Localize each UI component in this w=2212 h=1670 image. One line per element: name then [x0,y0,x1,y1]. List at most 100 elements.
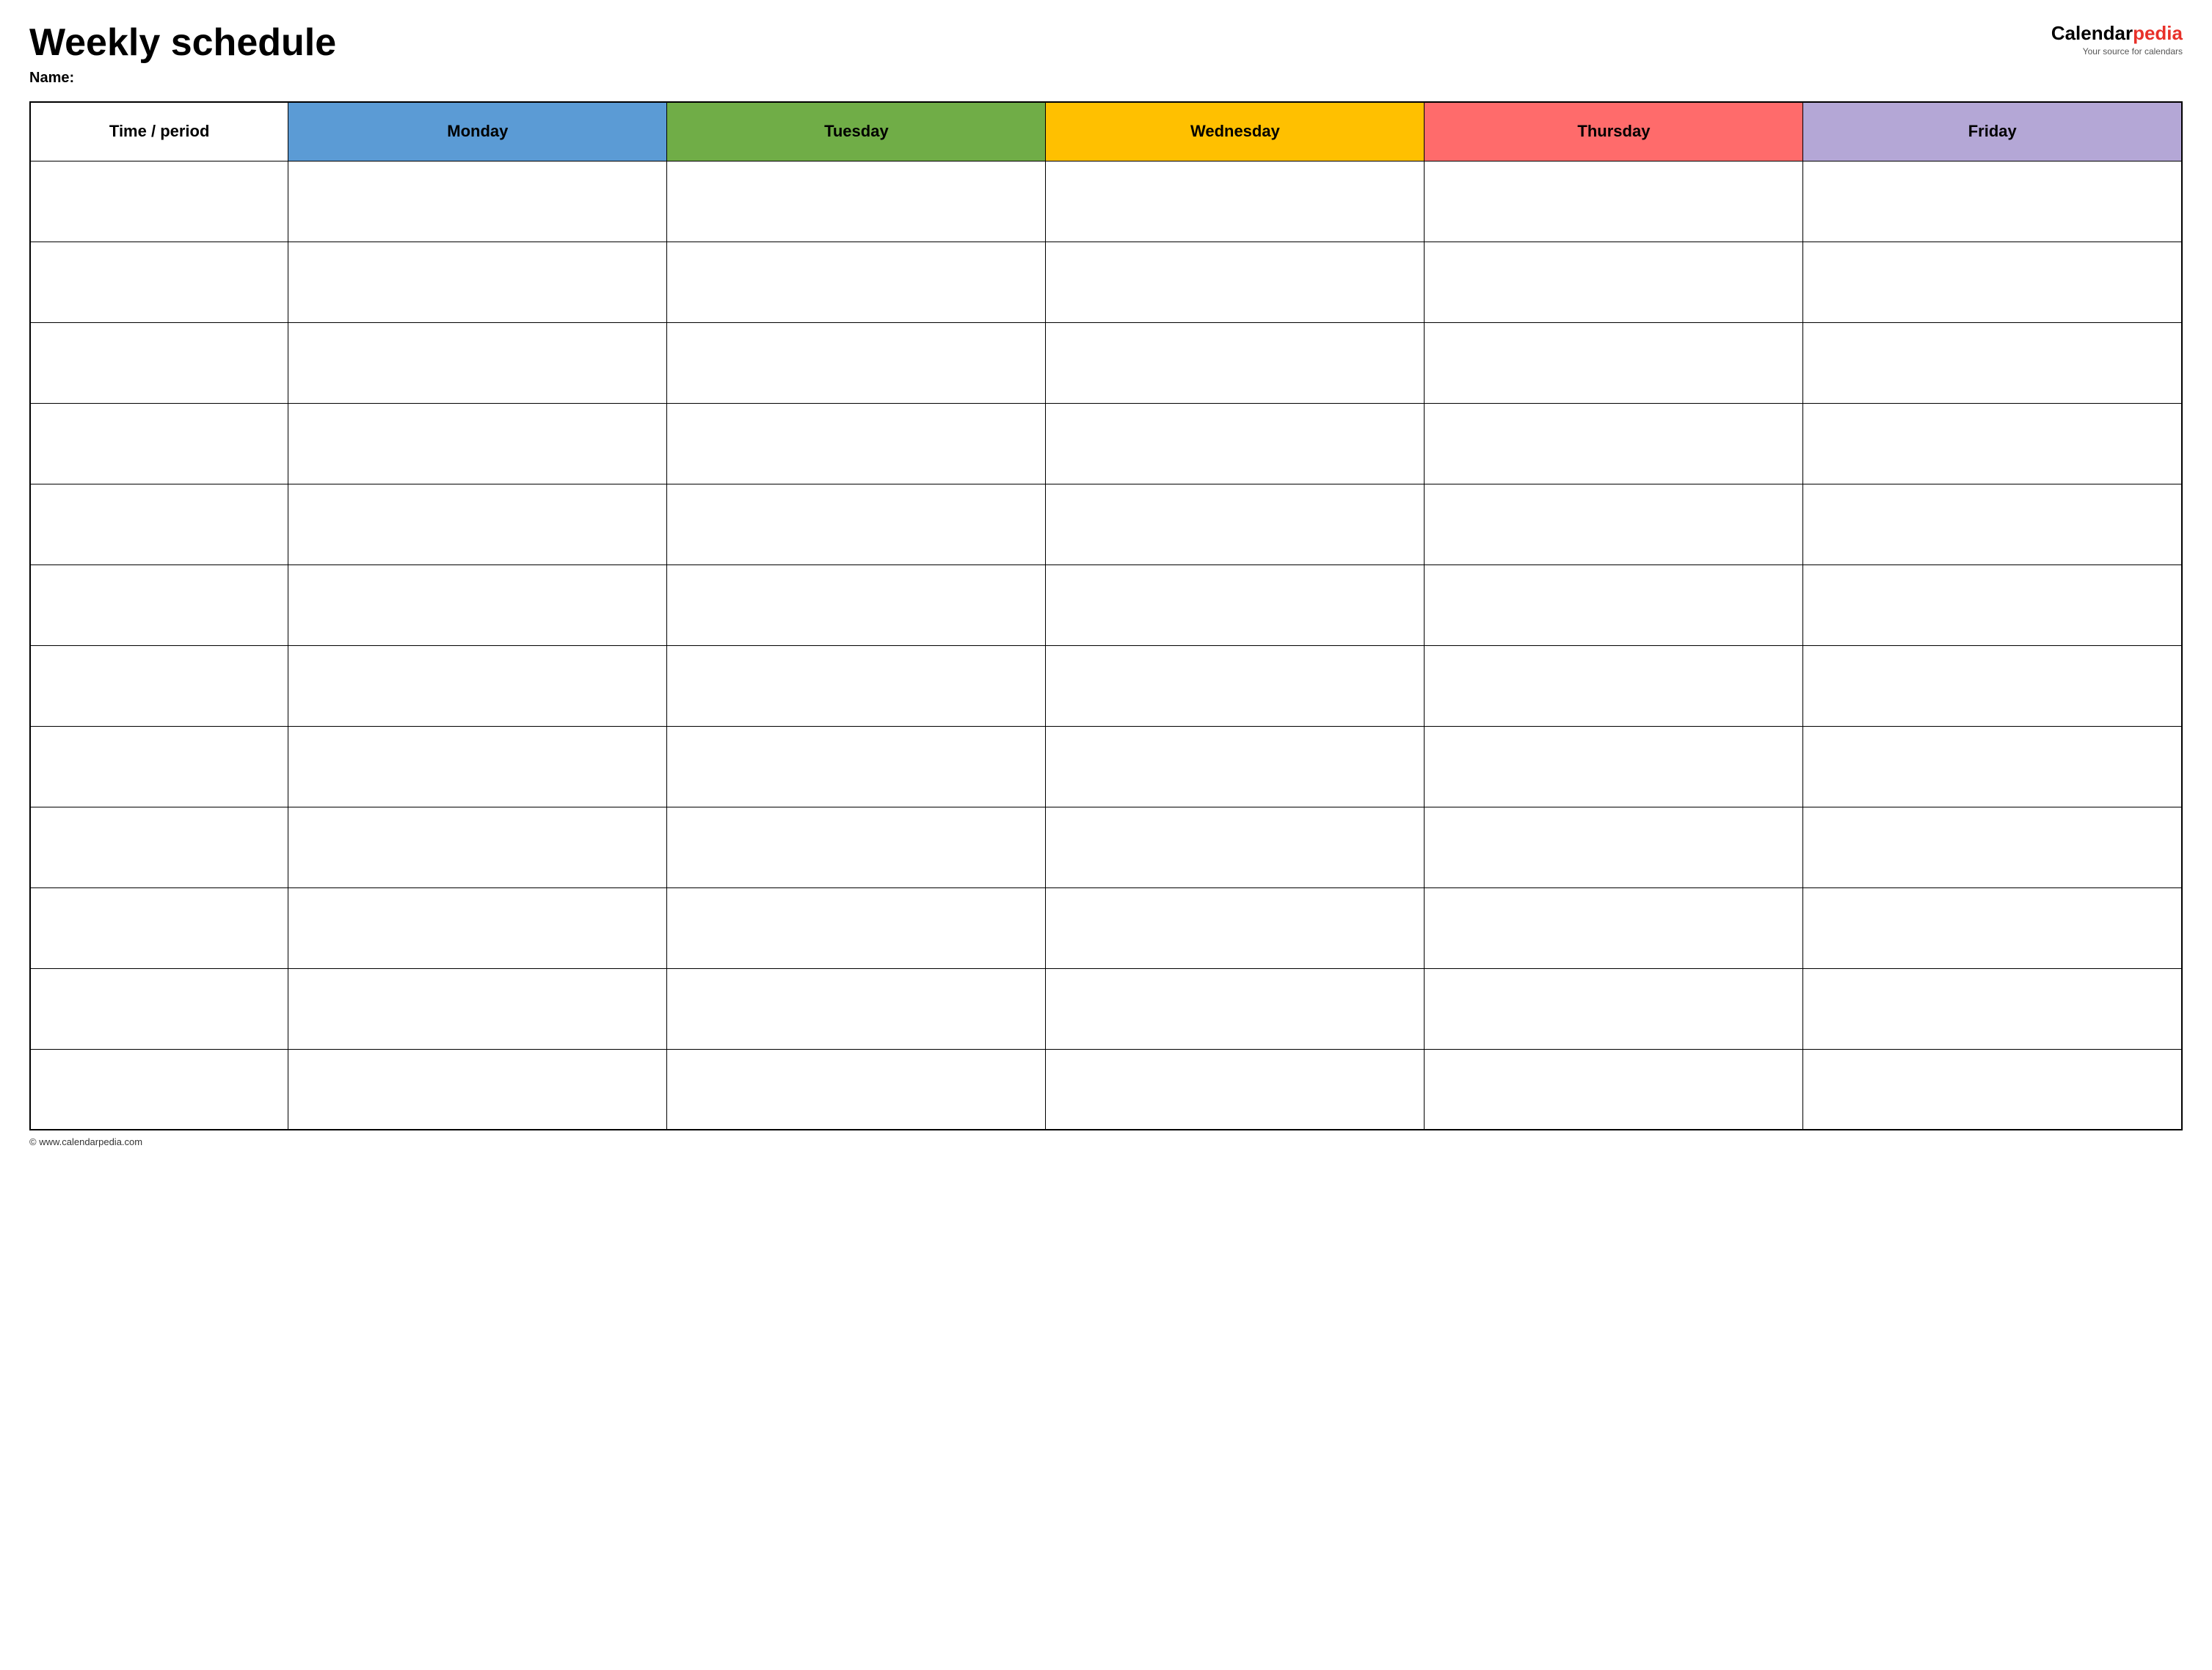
time-cell[interactable] [30,726,288,807]
logo-pedia-text: pedia [2133,22,2183,44]
schedule-cell[interactable] [288,1049,667,1130]
schedule-cell[interactable] [1425,887,1803,968]
logo-section: Calendarpedia Your source for calendars [2051,22,2183,57]
schedule-cell[interactable] [667,1049,1046,1130]
schedule-cell[interactable] [1046,887,1425,968]
schedule-cell[interactable] [1046,726,1425,807]
schedule-cell[interactable] [1046,1049,1425,1130]
schedule-cell[interactable] [1803,322,2182,403]
time-cell[interactable] [30,1049,288,1130]
logo-calendar-text: Calendar [2051,22,2133,44]
schedule-cell[interactable] [288,807,667,887]
schedule-cell[interactable] [1046,645,1425,726]
header-friday: Friday [1803,102,2182,161]
table-header-row: Time / period Monday Tuesday Wednesday T… [30,102,2182,161]
table-row [30,726,2182,807]
schedule-cell[interactable] [1425,807,1803,887]
footer-text: © www.calendarpedia.com [29,1136,142,1147]
time-cell[interactable] [30,484,288,564]
time-cell[interactable] [30,403,288,484]
schedule-cell[interactable] [1425,564,1803,645]
schedule-cell[interactable] [667,161,1046,242]
table-row [30,645,2182,726]
schedule-cell[interactable] [1803,564,2182,645]
schedule-cell[interactable] [1046,968,1425,1049]
page-title: Weekly schedule [29,22,336,64]
schedule-cell[interactable] [1425,242,1803,322]
schedule-cell[interactable] [667,968,1046,1049]
table-row [30,161,2182,242]
schedule-cell[interactable] [667,726,1046,807]
schedule-cell[interactable] [1803,403,2182,484]
time-cell[interactable] [30,322,288,403]
header-time: Time / period [30,102,288,161]
schedule-cell[interactable] [1803,726,2182,807]
schedule-cell[interactable] [1046,242,1425,322]
schedule-cell[interactable] [1803,645,2182,726]
footer: © www.calendarpedia.com [29,1136,2183,1147]
schedule-cell[interactable] [1046,807,1425,887]
schedule-cell[interactable] [288,161,667,242]
table-row [30,403,2182,484]
logo-tagline: Your source for calendars [2083,46,2183,57]
schedule-cell[interactable] [1425,161,1803,242]
schedule-cell[interactable] [667,403,1046,484]
schedule-cell[interactable] [1046,322,1425,403]
schedule-cell[interactable] [1046,403,1425,484]
table-row [30,968,2182,1049]
schedule-cell[interactable] [1046,564,1425,645]
table-row [30,242,2182,322]
schedule-cell[interactable] [288,322,667,403]
title-section: Weekly schedule Name: [29,22,336,87]
time-cell[interactable] [30,242,288,322]
schedule-cell[interactable] [288,968,667,1049]
schedule-cell[interactable] [288,726,667,807]
schedule-cell[interactable] [1803,968,2182,1049]
schedule-cell[interactable] [288,887,667,968]
schedule-cell[interactable] [1046,161,1425,242]
schedule-cell[interactable] [1425,403,1803,484]
logo: Calendarpedia [2051,22,2183,45]
schedule-cell[interactable] [667,564,1046,645]
schedule-cell[interactable] [288,564,667,645]
header-monday: Monday [288,102,667,161]
table-row [30,807,2182,887]
schedule-cell[interactable] [1803,242,2182,322]
table-row [30,322,2182,403]
schedule-cell[interactable] [1046,484,1425,564]
schedule-cell[interactable] [667,887,1046,968]
schedule-table: Time / period Monday Tuesday Wednesday T… [29,101,2183,1130]
table-row [30,564,2182,645]
time-cell[interactable] [30,645,288,726]
time-cell[interactable] [30,807,288,887]
schedule-cell[interactable] [1425,322,1803,403]
schedule-cell[interactable] [1803,161,2182,242]
time-cell[interactable] [30,161,288,242]
schedule-cell[interactable] [288,242,667,322]
schedule-cell[interactable] [1425,726,1803,807]
schedule-cell[interactable] [1425,645,1803,726]
name-label: Name: [29,70,336,87]
schedule-cell[interactable] [667,242,1046,322]
schedule-cell[interactable] [288,403,667,484]
schedule-cell[interactable] [667,807,1046,887]
time-cell[interactable] [30,564,288,645]
table-row [30,484,2182,564]
schedule-cell[interactable] [1803,1049,2182,1130]
table-row [30,887,2182,968]
schedule-cell[interactable] [1803,887,2182,968]
time-cell[interactable] [30,968,288,1049]
schedule-cell[interactable] [1425,968,1803,1049]
schedule-cell[interactable] [667,645,1046,726]
time-cell[interactable] [30,887,288,968]
header-thursday: Thursday [1425,102,1803,161]
schedule-cell[interactable] [667,322,1046,403]
schedule-cell[interactable] [288,484,667,564]
schedule-cell[interactable] [288,645,667,726]
schedule-cell[interactable] [667,484,1046,564]
header-wednesday: Wednesday [1046,102,1425,161]
schedule-cell[interactable] [1803,807,2182,887]
schedule-cell[interactable] [1803,484,2182,564]
schedule-cell[interactable] [1425,1049,1803,1130]
schedule-cell[interactable] [1425,484,1803,564]
